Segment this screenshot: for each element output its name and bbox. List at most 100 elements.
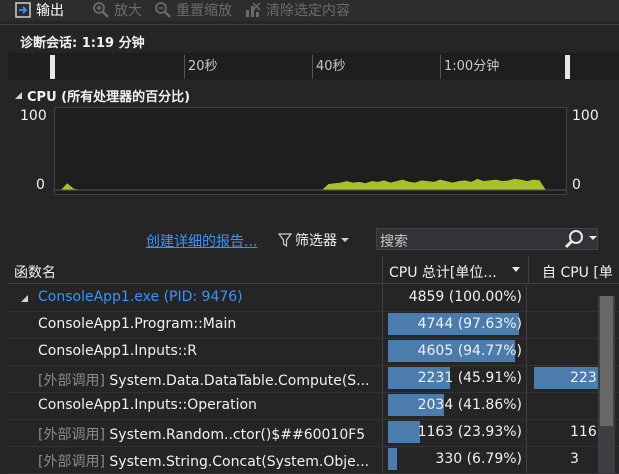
column-divider [526,365,527,392]
clear-selection-label: 清除选定内容 [266,3,350,19]
column-divider [382,365,383,392]
self-cpu-cell [528,311,598,338]
column-divider [382,338,383,365]
output-icon [15,2,31,18]
column-divider [526,284,527,311]
cpu-total-cell: 330 (6.79%) [384,446,526,473]
external-call-prefix: [外部调用] [38,454,105,470]
column-divider [382,446,383,473]
column-divider [382,311,383,338]
cpu-section-header[interactable]: CPU (所有处理器的百分比) [14,86,190,105]
cpu-total-value: 4859 (100.00%) [408,289,522,305]
cpu-chart-title: CPU (所有处理器的百分比) [27,90,191,105]
table-row[interactable]: [外部调用] System.Random..ctor()$##60010F5 11… [8,419,619,447]
column-divider [382,419,383,446]
function-name-cell: ConsoleApp1.Program::Main [38,316,378,332]
self-cpu-value: 116 [570,424,597,440]
cpu-total-value: 4744 (97.63%) [417,316,522,332]
create-detailed-report-link[interactable]: 创建详细的报告... [146,231,257,251]
toolbar: 输出 放大 重置缩放 清除选定内容 [0,0,619,21]
reset-zoom-label: 重置缩放 [176,3,232,19]
cpu-total-cell: 1163 (23.93%) [384,419,526,446]
ruler-tick [184,55,185,79]
zoom-in-label: 放大 [114,3,142,19]
y-axis-min-left: 0 [36,177,45,193]
table-row[interactable]: [外部调用] System.Data.DataTable.Compute(S..… [8,365,619,393]
filter-label: 筛选器 [295,233,337,249]
function-name-cell: ConsoleApp1.Inputs::R [38,343,378,359]
external-call-prefix: [外部调用] [38,373,105,389]
external-call-prefix: [外部调用] [38,427,105,443]
collapse-triangle-icon[interactable] [14,91,23,100]
self-cpu-value: 223 [570,370,597,386]
filter-dropdown[interactable]: 筛选器 [278,230,350,250]
function-name: System.Data.DataTable.Compute(S... [109,373,370,389]
toolbar-divider [0,24,619,25]
column-divider [526,419,527,446]
sort-descending-icon [512,267,520,272]
function-name-cell: [外部调用] System.Data.DataTable.Compute(S..… [38,370,378,390]
column-header-function-name[interactable]: 函数名 [14,262,56,282]
cpu-total-bar [388,421,420,443]
output-button[interactable]: 输出 [14,0,64,20]
cpu-total-value: 1163 (23.93%) [417,424,522,440]
column-divider [382,392,383,419]
table-row[interactable]: ConsoleApp1.Inputs::R 4605 (94.77%) [8,338,619,366]
self-cpu-cell [528,284,598,311]
self-cpu-cell: 3 [528,446,598,473]
self-cpu-cell [528,392,598,419]
column-divider[interactable] [528,256,529,283]
clear-selection-button[interactable]: 清除选定内容 [244,0,350,20]
cpu-total-cell: 2034 (41.86%) [384,392,526,419]
ruler-tick-label: 40秒 [316,59,346,74]
reset-zoom-button[interactable]: 重置缩放 [154,0,232,20]
cpu-total-value: 330 (6.79%) [435,451,522,467]
function-name-cell: ConsoleApp1.exe (PID: 9476) [38,289,378,305]
cpu-total-cell: 4859 (100.00%) [384,284,526,311]
function-name: ConsoleApp1.Inputs::R [38,343,197,359]
self-cpu-cell: 116 [528,419,598,446]
self-cpu-value: 3 [570,451,579,467]
function-name-cell: [外部调用] System.String.Concat(System.Obje.… [38,451,378,471]
zoom-in-icon [93,2,109,18]
y-axis-max-right: 100 [572,108,599,124]
function-name-cell: ConsoleApp1.Inputs::Operation [38,397,378,413]
chevron-down-icon [341,238,349,242]
expand-triangle-icon[interactable] [20,294,29,303]
search-icon[interactable] [562,228,598,250]
ruler-tick [440,55,441,79]
cpu-total-value: 2034 (41.86%) [417,397,522,413]
table-row[interactable]: ConsoleApp1.exe (PID: 9476) 4859 (100.00%… [8,284,619,312]
function-name: ConsoleApp1.exe (PID: 9476) [38,289,243,305]
table-row[interactable]: [外部调用] System.String.Concat(System.Obje.… [8,446,619,474]
timeline-end-handle[interactable] [565,55,570,79]
timeline-start-handle[interactable] [50,55,55,79]
column-divider [526,392,527,419]
clear-selection-icon [246,2,261,17]
function-table: 函数名 CPU 总计[单位... 自 CPU [单 ConsoleApp1.ex… [8,256,619,474]
table-row[interactable]: ConsoleApp1.Program::Main 4744 (97.63%) [8,311,619,339]
reset-zoom-icon [155,2,171,18]
scrollbar-thumb[interactable] [600,296,613,426]
funnel-icon [278,233,292,247]
table-row[interactable]: ConsoleApp1.Inputs::Operation 2034 (41.86… [8,392,619,420]
zoom-in-button[interactable]: 放大 [92,0,142,20]
self-cpu-cell: 223 [528,365,598,392]
ruler-tick-label: 20秒 [188,59,218,74]
column-header-self-cpu[interactable]: 自 CPU [单 [542,262,613,282]
cpu-usage-area [61,178,552,190]
session-duration: 诊断会话: 1:19 分钟 [20,36,145,51]
column-divider[interactable] [382,256,383,283]
column-header-cpu-total[interactable]: CPU 总计[单位... [389,262,497,282]
search-input[interactable]: 搜索 [380,231,408,251]
output-label: 输出 [36,3,64,19]
vertical-scrollbar[interactable] [598,296,615,473]
column-divider [382,284,383,311]
cpu-total-cell: 4605 (94.77%) [384,338,526,365]
column-divider [526,311,527,338]
column-divider [526,446,527,473]
cpu-chart[interactable] [54,107,567,195]
y-axis-max-left: 100 [20,108,47,124]
timeline-ruler[interactable]: 20秒 40秒 1:00分钟 [8,53,619,80]
cpu-total-bar [388,448,397,470]
